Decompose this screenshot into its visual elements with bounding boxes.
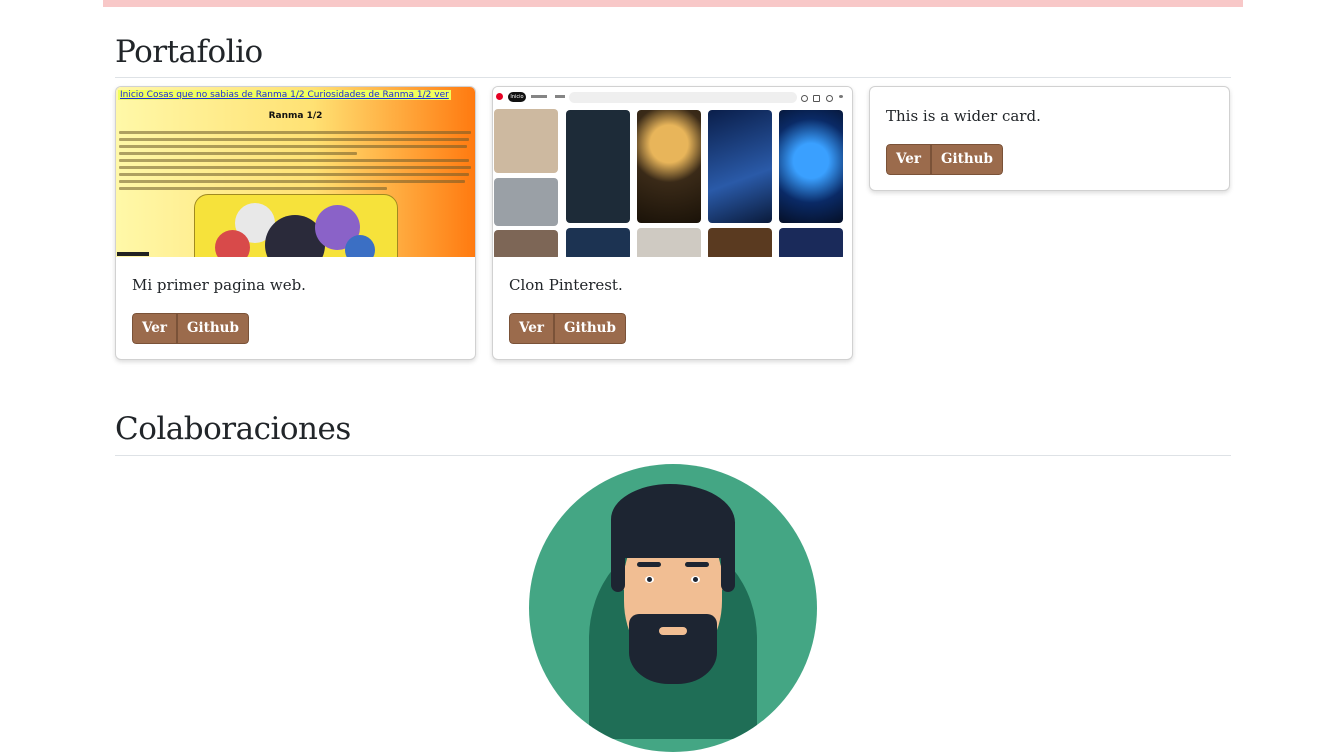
pinterest-logo-icon <box>496 93 503 100</box>
pin-tile <box>779 110 843 223</box>
thumb-text-line <box>119 152 357 155</box>
thumb-text-line <box>119 173 469 176</box>
collaborations-section-title: Colaboraciones <box>115 411 351 447</box>
card-text: Clon Pinterest. <box>509 276 623 294</box>
project-screenshot-ranma[interactable]: Inicio Cosas que no sabias de Ranma 1/2 … <box>116 87 475 257</box>
pin-tile <box>494 230 558 257</box>
thumb-home-pill: Inicio <box>508 92 526 102</box>
github-button[interactable]: Github <box>930 144 1003 175</box>
view-button[interactable]: Ver <box>132 313 177 344</box>
pin-tile <box>494 109 558 173</box>
message-icon <box>813 95 820 102</box>
top-pink-bar <box>103 0 1243 7</box>
portfolio-divider <box>115 77 1231 78</box>
thumb-text-line <box>119 187 387 190</box>
thumb-search-bar <box>569 92 797 103</box>
thumb-text-line <box>119 180 465 183</box>
chevron-down-icon <box>839 95 843 98</box>
pin-tile <box>494 178 558 226</box>
pin-tile <box>566 110 630 223</box>
thumb-text-line <box>119 159 469 162</box>
card-button-group: Ver Github <box>132 313 249 344</box>
thumb-heading: Ranma 1/2 <box>268 111 323 121</box>
github-button[interactable]: Github <box>176 313 249 344</box>
pin-tile <box>637 110 701 223</box>
project-card-pinterest: Inicio Clon Pinterest. Ver Github <box>492 86 853 360</box>
card-text: This is a wider card. <box>886 107 1041 125</box>
ranma-poster-image <box>194 194 398 257</box>
portfolio-section-title: Portafolio <box>115 34 263 70</box>
thumb-text-line <box>119 138 469 141</box>
collaborations-divider <box>115 455 1231 456</box>
pin-tile <box>708 110 772 223</box>
pin-tile <box>708 228 772 257</box>
thumb-credit <box>117 252 149 256</box>
thumb-text-line <box>119 131 471 134</box>
pin-tile <box>566 228 630 257</box>
collaborator-avatar <box>529 464 817 752</box>
thumb-header: Inicio <box>493 87 852 109</box>
project-card-ranma: Inicio Cosas que no sabias de Ranma 1/2 … <box>115 86 476 360</box>
view-button[interactable]: Ver <box>509 313 554 344</box>
card-button-group: Ver Github <box>886 144 1003 175</box>
thumb-text-line <box>119 166 471 169</box>
thumb-text-line <box>119 145 467 148</box>
project-card-wider: This is a wider card. Ver Github <box>869 86 1230 191</box>
github-button[interactable]: Github <box>553 313 626 344</box>
bell-icon <box>801 95 808 102</box>
view-button[interactable]: Ver <box>886 144 931 175</box>
profile-icon <box>826 95 833 102</box>
card-button-group: Ver Github <box>509 313 626 344</box>
project-screenshot-pinterest[interactable]: Inicio <box>493 87 852 257</box>
pin-tile <box>779 228 843 257</box>
thumb-nav-links: Inicio Cosas que no sabias de Ranma 1/2 … <box>118 90 451 100</box>
pin-tile <box>637 228 701 257</box>
card-text: Mi primer pagina web. <box>132 276 306 294</box>
